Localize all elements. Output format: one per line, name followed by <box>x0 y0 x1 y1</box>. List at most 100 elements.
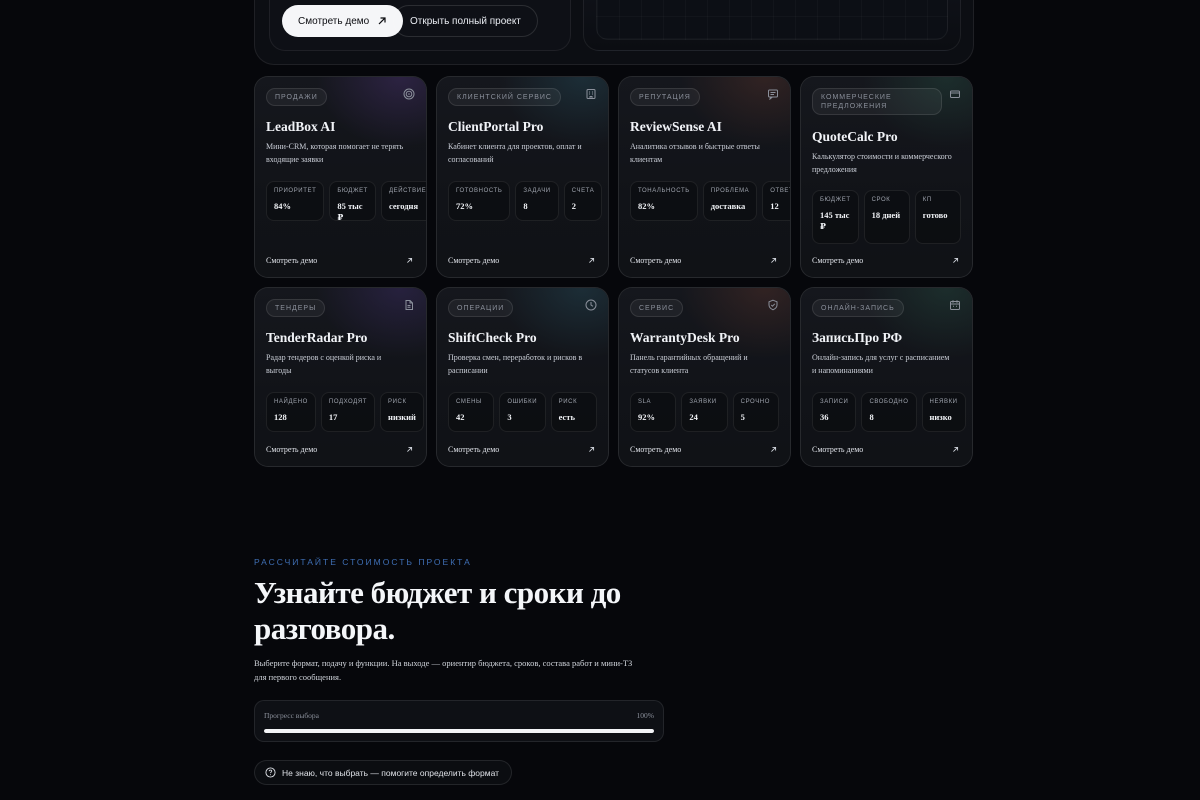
card-description: Проверка смен, переработок и рисков в ра… <box>448 353 583 375</box>
stat-label: Подходят <box>328 399 368 405</box>
stat-tile: Срочно 5 <box>732 392 779 432</box>
arrow-up-right-icon[interactable] <box>406 257 413 264</box>
card-category-tag: Сервис <box>630 299 684 317</box>
document-icon <box>405 300 413 310</box>
stat-value: есть <box>558 412 575 422</box>
arrow-up-right-icon[interactable] <box>770 257 777 264</box>
stat-tile: Неявки низко <box>921 392 966 432</box>
card-category-tag: Операции <box>448 299 514 317</box>
arrow-up-right-icon[interactable] <box>406 446 413 453</box>
card-demo-link[interactable]: Смотреть демо <box>812 256 863 265</box>
stat-label: Задачи <box>523 188 551 194</box>
card-stats: Записи 36 Свободно 8 Неявки низко <box>812 392 966 432</box>
stat-value: 24 <box>689 412 698 422</box>
card-stats: Бюджет 145 тыс ₽ Срок 18 дней КП готово <box>812 190 961 244</box>
arrow-up-right-icon[interactable] <box>952 257 959 264</box>
stat-label: Срок <box>871 197 891 203</box>
project-card[interactable]: Коммерческие предложения QuoteCalc Pro К… <box>800 76 973 278</box>
card-stats: Готовность 72% Задачи 8 Счета 2 <box>448 181 603 221</box>
hero-preview-screen <box>596 0 948 40</box>
stat-tile: Записи 36 <box>812 392 857 432</box>
card-stats: SLA 92% Заявки 24 Срочно 5 <box>630 392 779 432</box>
card-title: ReviewSense AI <box>630 119 722 134</box>
stat-label: Готовность <box>456 188 503 194</box>
stat-value: 36 <box>820 412 829 422</box>
stat-value: низко <box>929 412 952 422</box>
card-category-tag: Продажи <box>266 88 327 106</box>
card-stats: Тональность 82% Проблема доставка Ответы… <box>630 181 790 221</box>
card-icon <box>950 90 960 98</box>
project-card[interactable]: Сервис WarrantyDesk Pro Панель гарантийн… <box>618 287 791 467</box>
card-demo-link[interactable]: Смотреть демо <box>448 256 499 265</box>
stat-label: Записи <box>820 399 849 405</box>
card-category-tag: Коммерческие предложения <box>812 88 942 115</box>
arrow-up-right-icon[interactable] <box>588 446 595 453</box>
stat-value: 72% <box>456 201 473 211</box>
progress-fill <box>264 729 654 733</box>
progress-label: Прогресс выбора <box>264 711 320 720</box>
message-icon <box>768 89 778 100</box>
stat-label: Неявки <box>929 399 958 405</box>
arrow-up-right-icon[interactable] <box>952 446 959 453</box>
projects-grid: Продажи LeadBox AI Мини-CRM, которая пом… <box>254 76 974 467</box>
stat-tile: Проблема доставка <box>702 181 758 221</box>
arrow-up-right-icon[interactable] <box>588 257 595 264</box>
card-demo-link[interactable]: Смотреть демо <box>266 256 317 265</box>
arrow-up-right-icon[interactable] <box>770 446 777 453</box>
card-description: Онлайн-запись для услуг с расписанием и … <box>812 353 950 375</box>
stat-label: Найдено <box>274 399 308 405</box>
stat-label: Риск <box>388 399 407 405</box>
card-description: Аналитика отзывов и быстрые ответы клиен… <box>630 142 760 164</box>
stat-tile: Действие сегодня <box>380 181 426 221</box>
stat-label: Бюджет <box>820 197 851 203</box>
card-stats: Найдено 128 Подходят 17 Риск низкий <box>266 392 424 432</box>
shield-icon <box>768 299 778 311</box>
stat-value: доставка <box>710 201 746 211</box>
project-card[interactable]: Операции ShiftCheck Pro Проверка смен, п… <box>436 287 609 467</box>
stat-tile: Свободно 8 <box>861 392 917 432</box>
card-glow <box>619 77 790 277</box>
stat-value: 8 <box>523 201 528 211</box>
card-title: TenderRadar Pro <box>266 330 368 345</box>
stat-label: Проблема <box>710 188 750 194</box>
help-button-label: Не знаю, что выбрать — помогите определи… <box>282 767 500 778</box>
project-card[interactable]: Репутация ReviewSense AI Аналитика отзыв… <box>618 76 791 278</box>
stat-label: Счета <box>571 188 595 194</box>
card-title: WarrantyDesk Pro <box>630 330 740 345</box>
stat-value: 84% <box>274 201 291 211</box>
card-category-tag: Тендеры <box>266 299 326 317</box>
stat-tile: Найдено 128 <box>266 392 316 432</box>
stat-tile: Заявки 24 <box>681 392 728 432</box>
project-card[interactable]: Продажи LeadBox AI Мини-CRM, которая пом… <box>254 76 427 278</box>
stat-tile: Приоритет 84% <box>266 181 325 221</box>
help-choose-format-button[interactable]: Не знаю, что выбрать — помогите определи… <box>254 760 513 785</box>
open-full-project-button[interactable]: Открыть полный проект <box>393 5 538 37</box>
calendar-icon <box>950 300 960 310</box>
progress-percent: 100% <box>636 711 655 720</box>
project-card[interactable]: Клиентский сервис ClientPortal Pro Кабин… <box>436 76 609 278</box>
stat-value: сегодня <box>388 201 419 211</box>
question-circle-icon <box>265 767 276 778</box>
stat-label: КП <box>922 197 932 203</box>
stat-label: Заявки <box>689 399 717 405</box>
stat-tile: Риск низкий <box>380 392 424 432</box>
stat-label: Приоритет <box>274 188 317 194</box>
stat-tile: Ошибки 3 <box>499 392 546 432</box>
card-demo-link[interactable]: Смотреть демо <box>630 256 681 265</box>
stat-value: 8 <box>869 412 874 422</box>
project-card[interactable]: Тендеры TenderRadar Pro Радар тендеров с… <box>254 287 427 467</box>
card-category-tag: Онлайн-запись <box>812 299 904 317</box>
card-demo-link[interactable]: Смотреть демо <box>448 445 499 454</box>
stat-tile: Бюджет 145 тыс ₽ <box>812 190 859 244</box>
watch-demo-button[interactable]: Смотреть демо <box>282 5 404 37</box>
stat-label: Смены <box>456 399 482 405</box>
stat-label: SLA <box>638 399 652 405</box>
section-eyebrow: Рассчитайте стоимость проекта <box>254 557 472 567</box>
project-card[interactable]: Онлайн-запись ЗаписьПро РФ Онлайн-запись… <box>800 287 973 467</box>
stat-label: Ошибки <box>507 399 538 405</box>
hero-preview-frame <box>583 0 961 51</box>
card-demo-link[interactable]: Смотреть демо <box>266 445 317 454</box>
card-demo-link[interactable]: Смотреть демо <box>630 445 681 454</box>
card-demo-link[interactable]: Смотреть демо <box>812 445 863 454</box>
section-headline: Узнайте бюджет и сроки до разговора. <box>254 575 621 646</box>
